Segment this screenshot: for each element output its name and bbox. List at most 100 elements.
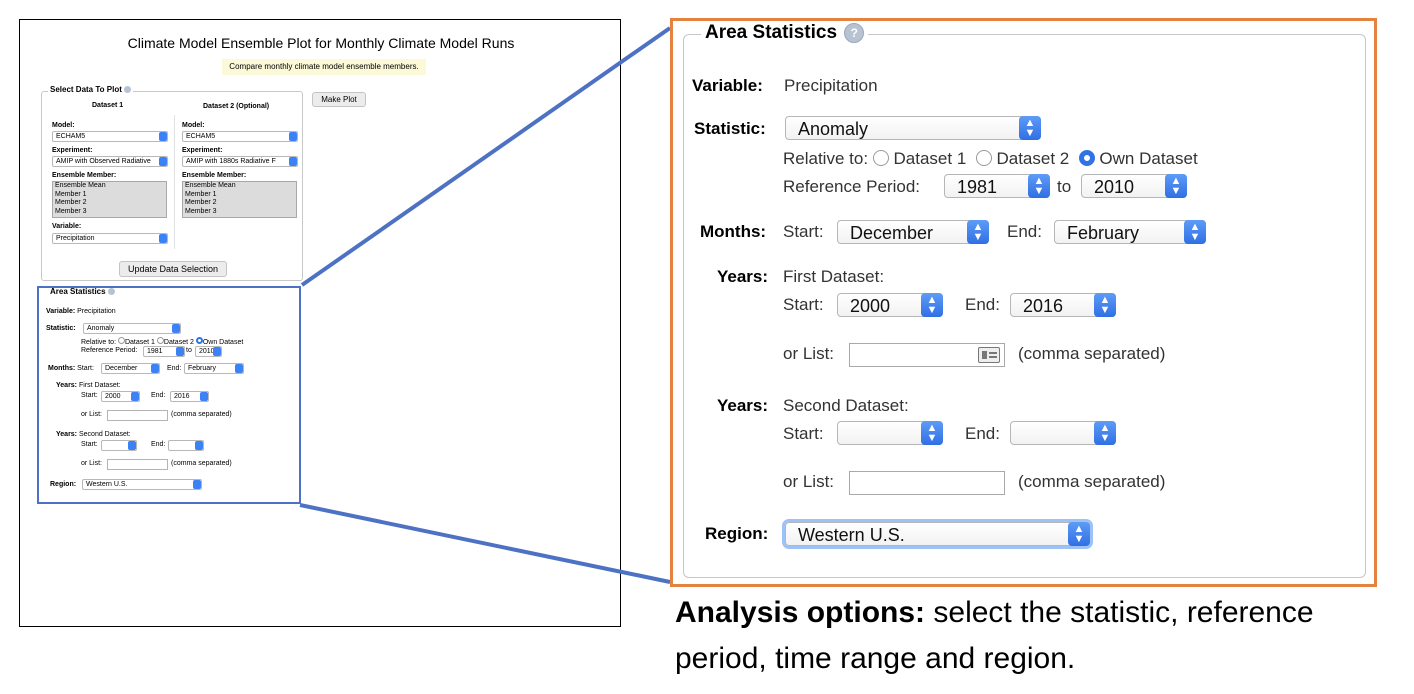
comma-note: (comma separated) xyxy=(171,411,232,418)
help-icon[interactable] xyxy=(107,288,115,296)
variable-label: Variable: xyxy=(52,223,82,230)
model-select-2[interactable]: ECHAM5 xyxy=(182,131,298,142)
make-plot-button[interactable]: Make Plot xyxy=(312,92,366,107)
year-start-select[interactable]: 2000 ▲ ▼ xyxy=(837,293,943,317)
or-list-label: or List: xyxy=(783,344,835,363)
chevron-updown-icon: ▲ ▼ xyxy=(1165,174,1187,198)
chevron-updown-icon xyxy=(159,234,167,243)
help-icon[interactable]: ? xyxy=(844,22,865,43)
months-end-label: End: xyxy=(1007,222,1042,241)
contact-card-icon xyxy=(978,347,1000,363)
radio-own-dataset-label[interactable]: Own Dataset xyxy=(1099,149,1197,168)
region-select[interactable]: Western U.S. ▲ ▼ xyxy=(785,522,1090,546)
caption-bold: Analysis options: xyxy=(675,596,926,629)
experiment-select-2[interactable]: AMIP with 1880s Radiative F xyxy=(182,156,298,167)
comma-note: (comma separated) xyxy=(1018,344,1166,363)
list-item[interactable]: Member 3 xyxy=(185,208,296,217)
chevron-updown-icon: ▲ ▼ xyxy=(921,293,943,317)
year-end-select[interactable]: 2016 xyxy=(170,391,209,402)
first-start-label: Start: xyxy=(783,295,824,314)
list-item[interactable]: Ensemble Mean xyxy=(185,182,296,191)
ref-start-select[interactable]: 1981 xyxy=(143,346,185,357)
model-label: Model: xyxy=(182,122,205,129)
chevron-updown-icon: ▲ ▼ xyxy=(1184,220,1206,244)
start-label: Start: xyxy=(81,392,98,399)
chevron-updown-icon xyxy=(289,132,297,141)
ref-end-select[interactable]: 2010 xyxy=(195,346,222,357)
first-years-list-input[interactable] xyxy=(849,343,1005,367)
chevron-updown-icon xyxy=(131,392,139,401)
area-statistics-legend: Area Statistics xyxy=(50,287,115,296)
radio-dataset2[interactable] xyxy=(975,149,992,166)
variable-select[interactable]: Precipitation xyxy=(52,233,168,244)
first-end-label: End: xyxy=(965,295,1000,314)
month-end-select[interactable]: February xyxy=(184,363,244,374)
reference-period-label: Reference Period: xyxy=(783,177,921,196)
year2-end-select[interactable]: ▲ ▼ xyxy=(1010,421,1116,445)
radio-dataset1[interactable] xyxy=(117,337,125,344)
year2-start-select[interactable] xyxy=(101,440,137,451)
statistic-select[interactable]: Anomaly ▲ ▼ xyxy=(785,116,1041,140)
list-item[interactable]: Member 2 xyxy=(185,199,296,208)
months-label: Months: xyxy=(48,365,76,372)
area-statistics-zoom-panel: Area Statistics ? Variable: Precipitatio… xyxy=(670,18,1377,587)
list-item[interactable]: Member 1 xyxy=(185,191,296,200)
page-subtitle: Compare monthly climate model ensemble m… xyxy=(222,59,426,75)
dataset1-header: Dataset 1 xyxy=(92,102,124,109)
ref-end-select[interactable]: 2010 ▲ ▼ xyxy=(1081,174,1187,198)
year-start-select[interactable]: 2000 xyxy=(101,391,140,402)
model-select-1[interactable]: ECHAM5 xyxy=(52,131,168,142)
figure-caption: Analysis options: select the statistic, … xyxy=(675,590,1395,682)
select-data-legend: Select Data To Plot xyxy=(48,85,134,94)
variable-value: Precipitation xyxy=(77,308,116,315)
experiment-select-1[interactable]: AMIP with Observed Radiative xyxy=(52,156,168,167)
radio-own-dataset[interactable] xyxy=(1078,149,1095,166)
relative-to-label: Relative to: xyxy=(783,149,869,168)
months-label: Months: xyxy=(700,222,767,241)
radio-dataset2[interactable] xyxy=(156,337,164,344)
month-start-select[interactable]: December xyxy=(101,363,160,374)
region-select[interactable]: Western U.S. xyxy=(82,479,202,490)
month-start-select[interactable]: December ▲ ▼ xyxy=(837,220,989,244)
chevron-updown-icon xyxy=(200,392,208,401)
second-years-list-input[interactable] xyxy=(107,459,168,470)
experiment-label: Experiment: xyxy=(52,147,93,154)
statistic-label: Statistic: xyxy=(46,325,76,332)
year2-start-select[interactable]: ▲ ▼ xyxy=(837,421,943,445)
chevron-updown-icon: ▲ ▼ xyxy=(1028,174,1050,198)
member-label: Ensemble Member: xyxy=(52,172,117,179)
list-item[interactable]: Member 2 xyxy=(55,199,166,208)
help-icon[interactable] xyxy=(124,86,132,94)
model-label: Model: xyxy=(52,122,75,129)
or-list-label: or List: xyxy=(81,411,103,418)
list-item[interactable]: Member 3 xyxy=(55,208,166,217)
second-start-label: Start: xyxy=(783,424,824,443)
end-label: End: xyxy=(151,392,166,399)
chevron-updown-icon xyxy=(195,441,203,450)
chevron-updown-icon xyxy=(235,364,243,373)
radio-own-dataset[interactable] xyxy=(195,337,203,344)
chevron-updown-icon xyxy=(159,157,167,166)
first-dataset-label: First Dataset: xyxy=(78,382,121,389)
radio-dataset1[interactable] xyxy=(872,149,889,166)
comma-note: (comma separated) xyxy=(1018,472,1166,491)
second-years-list-input[interactable] xyxy=(849,471,1005,495)
list-item[interactable]: Ensemble Mean xyxy=(55,182,166,191)
first-dataset-label: First Dataset: xyxy=(783,267,885,286)
member-list-2[interactable]: Ensemble Mean Member 1 Member 2 Member 3 xyxy=(182,181,297,218)
year2-end-select[interactable] xyxy=(168,440,204,451)
ref-start-select[interactable]: 1981 ▲ ▼ xyxy=(944,174,1050,198)
update-data-selection-button[interactable]: Update Data Selection xyxy=(119,261,227,277)
radio-dataset1-label[interactable]: Dataset 1 xyxy=(894,149,967,168)
first-years-list-input[interactable] xyxy=(107,410,168,421)
chevron-updown-icon xyxy=(213,347,221,356)
month-end-select[interactable]: February ▲ ▼ xyxy=(1054,220,1206,244)
list-item[interactable]: Member 1 xyxy=(55,191,166,200)
chevron-updown-icon: ▲ ▼ xyxy=(921,421,943,445)
radio-dataset2-label[interactable]: Dataset 2 xyxy=(996,149,1069,168)
member-list-1[interactable]: Ensemble Mean Member 1 Member 2 Member 3 xyxy=(52,181,167,218)
chevron-updown-icon xyxy=(151,364,159,373)
chevron-updown-icon xyxy=(172,324,180,333)
year-end-select[interactable]: 2016 ▲ ▼ xyxy=(1010,293,1116,317)
statistic-select[interactable]: Anomaly xyxy=(83,323,181,334)
